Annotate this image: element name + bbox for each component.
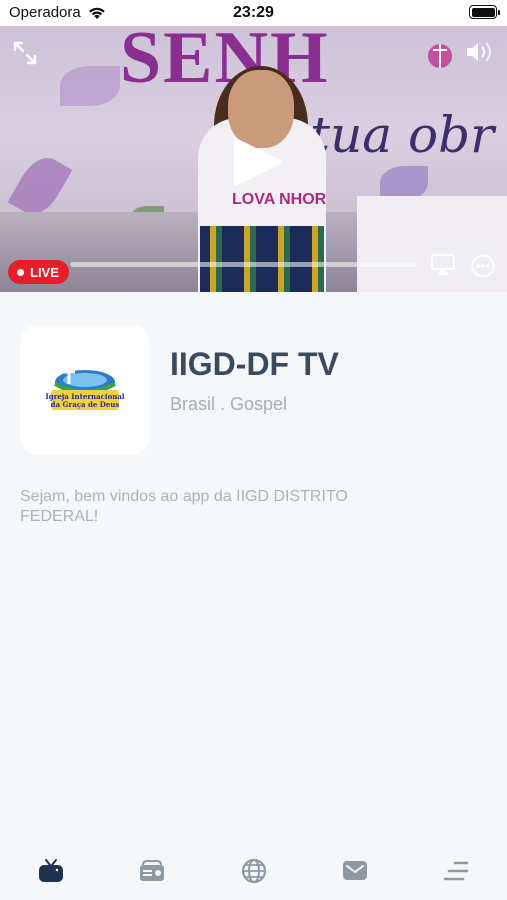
channel-subtitle: Brasil . Gospel [170,394,288,414]
channel-title: IIGD-DF TV [170,346,339,382]
tv-icon [38,859,63,882]
play-button[interactable] [230,133,284,191]
more-options-icon[interactable] [471,254,495,278]
status-time: 23:29 [233,4,274,21]
tab-tv[interactable] [0,840,101,900]
radio-icon [140,860,165,881]
church-logo: Igreja Internacional da Graça de Deus [45,368,125,410]
expand-icon[interactable] [12,40,38,66]
menu-icon [444,861,469,881]
decor-leaf [60,66,120,106]
tab-bar [0,840,507,900]
airplay-icon[interactable] [430,253,456,277]
decor-leaf [380,166,428,200]
banner-script: tua obr [310,106,495,164]
tab-contact[interactable] [304,840,405,900]
tab-menu[interactable] [406,840,507,900]
live-label: LIVE [30,264,59,280]
progress-track[interactable] [70,262,417,267]
channel-logo-card: Igreja Internacional da Graça de Deus [20,325,150,455]
channel-description: Sejam, bem vindos ao app da IIGD DISTRIT… [20,488,348,525]
volume-icon[interactable] [464,39,494,65]
video-player[interactable]: SENH tua obr LOVA NHOR LIVE [0,26,507,292]
church-logo-icon [428,44,452,68]
live-dot-icon [17,268,24,276]
shirt-text: LOVA NHOR [232,191,327,208]
globe-icon [241,858,266,884]
mail-icon [342,861,367,880]
battery-icon [469,5,500,19]
svg-text:da Graça de Deus: da Graça de Deus [51,400,120,409]
tab-radio[interactable] [101,840,202,900]
speaker-skirt [200,226,324,292]
live-badge: LIVE [8,260,69,284]
status-bar: Operadora 23:29 [0,0,507,26]
tab-web[interactable] [203,840,304,900]
